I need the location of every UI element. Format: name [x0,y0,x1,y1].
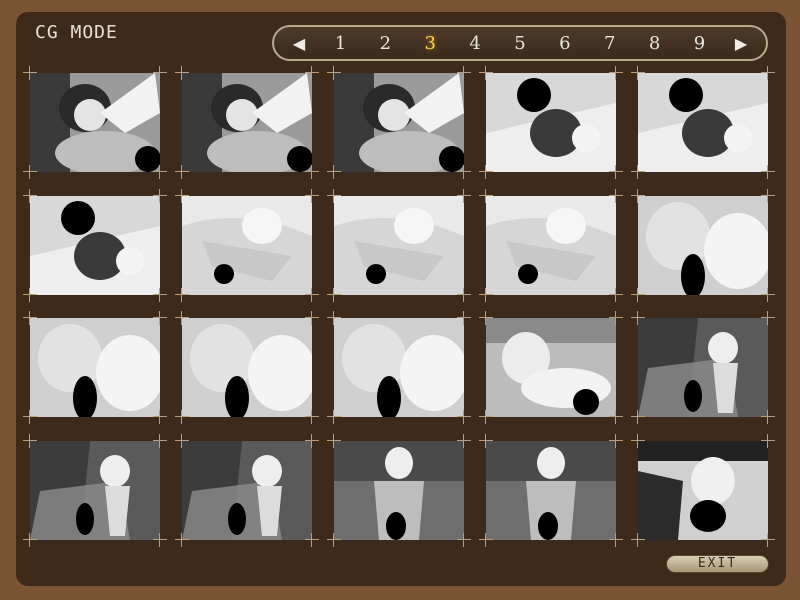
page-number-6[interactable]: 6 [553,33,577,54]
cg-thumbnail[interactable] [486,196,616,295]
cg-thumbnail[interactable] [638,441,768,540]
prev-page-arrow-icon[interactable]: ◀ [288,34,310,53]
cg-thumbnail[interactable] [182,318,312,417]
cg-thumbnail[interactable] [30,196,160,295]
cg-thumbnail[interactable] [638,73,768,172]
thumbnail-image [638,318,768,417]
cg-thumbnail[interactable] [334,73,464,172]
page-selector: ◀ 123456789 ▶ [272,25,768,61]
cg-thumbnail[interactable] [638,196,768,295]
thumbnail-image [30,196,160,295]
thumbnail-image [30,318,160,417]
thumbnail-image [182,441,312,540]
thumbnail-image [486,73,616,172]
thumbnail-image [638,73,768,172]
exit-button[interactable]: EXIT [666,555,769,573]
cg-thumbnail[interactable] [486,73,616,172]
cg-thumbnail[interactable] [30,73,160,172]
page-title: CG MODE [35,22,118,43]
thumbnail-image [638,441,768,540]
page-number-2[interactable]: 2 [373,33,397,54]
cg-thumbnail[interactable] [334,196,464,295]
thumbnail-image [334,196,464,295]
page-number-5[interactable]: 5 [508,33,532,54]
cg-thumbnail[interactable] [182,441,312,540]
cg-thumbnail[interactable] [30,318,160,417]
thumbnail-image [334,73,464,172]
cg-thumbnail[interactable] [334,318,464,417]
cg-thumbnail[interactable] [334,441,464,540]
cg-thumbnail[interactable] [638,318,768,417]
thumbnail-image [182,318,312,417]
page-number-list: 123456789 [310,33,730,54]
next-page-arrow-icon[interactable]: ▶ [730,34,752,53]
page-number-9[interactable]: 9 [687,33,711,54]
cg-thumbnail[interactable] [486,441,616,540]
cg-thumbnail[interactable] [486,318,616,417]
thumbnail-image [486,196,616,295]
thumbnail-image [638,196,768,295]
thumbnail-image [486,441,616,540]
thumbnail-image [334,441,464,540]
cg-thumbnail[interactable] [182,196,312,295]
thumbnail-image [182,73,312,172]
page-number-1[interactable]: 1 [328,33,352,54]
page-number-3[interactable]: 3 [418,33,442,54]
cg-thumbnail[interactable] [30,441,160,540]
page-number-7[interactable]: 7 [598,33,622,54]
cg-thumbnail[interactable] [182,73,312,172]
page-number-8[interactable]: 8 [643,33,667,54]
thumbnail-image [182,196,312,295]
thumbnail-image [30,441,160,540]
page-number-4[interactable]: 4 [463,33,487,54]
thumbnail-image [30,73,160,172]
thumbnail-image [334,318,464,417]
thumbnail-image [486,318,616,417]
